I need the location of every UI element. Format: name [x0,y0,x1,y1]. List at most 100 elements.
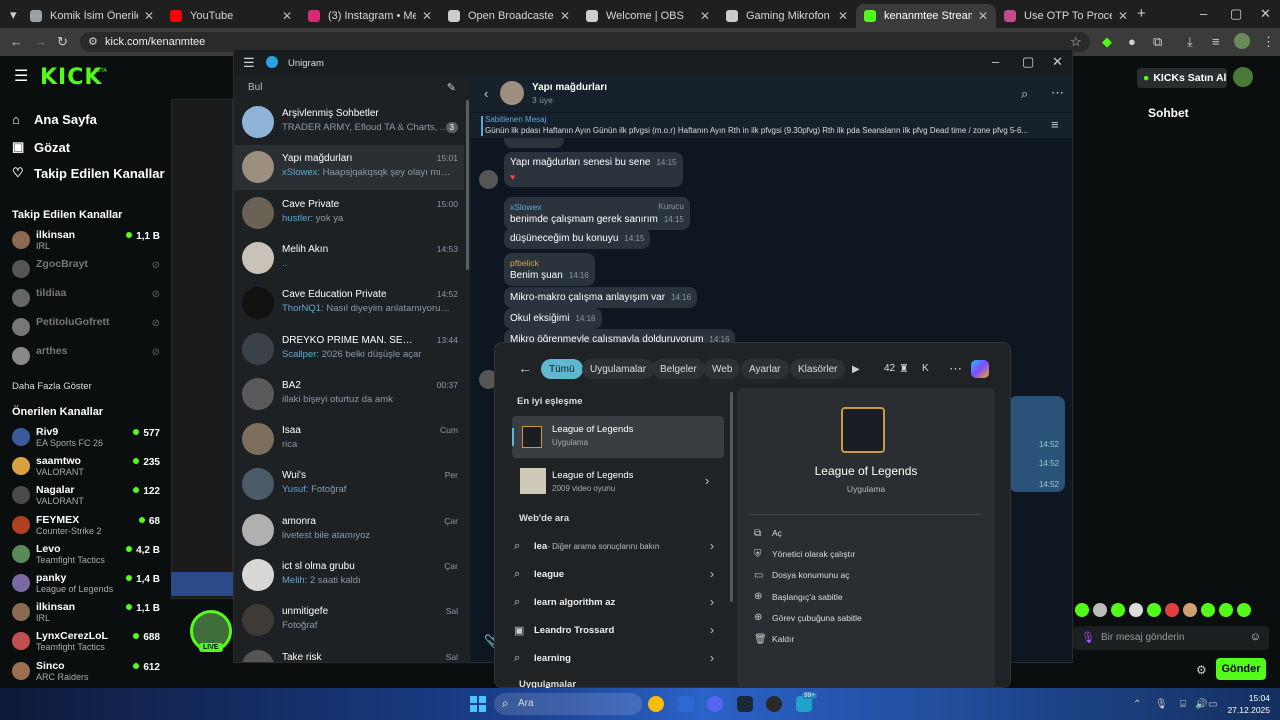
emote-icon[interactable] [1237,603,1251,617]
browser-tab[interactable]: Komik İsim Önerileri ✕ [22,4,162,28]
tab-close-icon[interactable]: ✕ [422,9,432,23]
preview-action[interactable]: ⊕ Görev çubuğuna sabitle [754,610,862,626]
recommended-channel[interactable]: LynxCerezLoL Teamfight Tactics 688 [12,630,160,654]
followed-channel[interactable]: ZgocBrayt ⊘ [12,258,160,282]
preview-action[interactable]: 🗑 Kaldır [754,631,794,647]
emoji-icon[interactable]: ☺ [1250,631,1261,643]
tab-close-icon[interactable]: ✕ [1118,9,1128,23]
rewards-points[interactable]: 42 [884,363,895,374]
chat-list-item[interactable]: Wui's Yusuf: Fotoğraf Per [234,462,464,507]
web-search-suggestion[interactable]: ⌕ learning › [514,647,714,669]
sender-avatar[interactable] [479,170,498,189]
chat-list-item[interactable]: Arşivlenmiş Sohbetler TRADER ARMY, Efloud… [234,100,464,145]
browser-tab[interactable]: (3) Instagram • Mesajlar ✕ [300,4,440,28]
emote-icon[interactable] [1147,603,1161,617]
nav-home[interactable]: ⌂ Ana Sayfa [12,112,97,127]
emote-icon[interactable] [1093,603,1107,617]
windows-start-icon[interactable] [470,696,486,712]
web-search-suggestion[interactable]: ▣ Leandro Trossard › [514,619,714,641]
unigram-taskbar-icon[interactable] [678,696,694,712]
followed-channel[interactable]: ilkinsan IRL 1,1 B [12,229,160,253]
unigram-maximize-icon[interactable]: ▢ [1022,55,1034,69]
chat-list-item[interactable]: Take risk Sal [234,644,464,662]
new-tab-icon[interactable]: + [1137,6,1146,21]
taskbar-date[interactable]: 27.12.2025 [1222,705,1270,715]
group-title[interactable]: Yapı mağdurları [532,82,607,93]
message-reactions[interactable]: ♥ [510,172,677,182]
chat-list-item[interactable]: Yapı mağdurları xSlowex: Haapsjqakqsqk şe… [234,145,464,191]
chat-list-item[interactable]: Isaa rica Cum [234,417,464,462]
chat-list-item[interactable]: unmitigefe Fotoğraf Sal [234,598,464,643]
mic-icon[interactable]: 🎙 [1081,631,1095,644]
message-bubble[interactable]: pfbelick Benim şuan 14:16 [504,253,595,286]
obs-taskbar-icon[interactable] [766,696,782,712]
more-icon[interactable]: ⋯ [1051,86,1064,100]
unigram-menu-icon[interactable]: ☰ [243,56,255,70]
second-match-item[interactable]: League of Legends 2009 video oyunu › [512,464,724,500]
maximize-icon[interactable]: ▢ [1230,7,1242,21]
media-icon[interactable]: ≡ [1212,35,1220,49]
profile-avatar[interactable] [1234,33,1250,49]
search-filter-chip[interactable]: Uygulamalar [582,359,655,379]
followed-channel[interactable]: arthes ⊘ [12,345,160,369]
emote-icon[interactable] [1129,603,1143,617]
browser-tab[interactable]: YouTube ✕ [162,4,300,28]
chat-list-item[interactable]: BA2 illaki bişeyi oturtuz da amk 00:37 [234,372,464,417]
unigram-close-icon[interactable]: ✕ [1052,55,1063,69]
nav-browse[interactable]: ▣ Gözat [12,139,70,155]
copilot-icon[interactable] [971,360,989,378]
extensions-puzzle-icon[interactable]: ⧉ [1153,35,1162,49]
buy-kicks-button[interactable]: ● KICKs Satın Al [1137,68,1227,88]
browser-tab[interactable]: Use OTP To Proceed - ke... ✕ [996,4,1136,28]
chat-settings-icon[interactable]: ⚙ [1196,663,1207,677]
user-avatar[interactable] [1233,67,1253,87]
back-arrow-icon[interactable]: ‹ [484,87,488,101]
message-bubble[interactable]: Okul eksiğimi 14:16 [504,308,602,329]
tab-search-icon[interactable]: ▾ [10,8,17,22]
show-more-link[interactable]: Daha Fazla Göster [12,381,92,392]
emote-icon[interactable] [1111,603,1125,617]
chat-list-item[interactable]: ict sl olma grubu Melih: 2 saati kaldı Çar [234,553,464,598]
reload-icon[interactable]: ↻ [57,35,68,49]
emote-icon[interactable] [1165,603,1179,617]
chevron-right-icon[interactable]: › [705,474,709,488]
minimize-icon[interactable]: – [1200,7,1207,21]
message-bubble[interactable]: Yapı mağdurları senesi bu sene 14:15 ♥ [504,152,683,187]
pinned-message-bar[interactable]: Sabitlenen Mesaj Günün ilk pdası Haftanı… [471,112,1072,138]
web-search-suggestion[interactable]: ⌕ league › [514,563,714,585]
search-results-scrollbar[interactable] [730,392,733,602]
chat-input[interactable]: 🎙 Bir mesaj gönderin ☺ [1073,626,1269,650]
site-info-icon[interactable]: ⚙ [88,35,98,49]
unigram-minimize-icon[interactable]: – [992,55,999,69]
recommended-channel[interactable]: Riv9 EA Sports FC 26 577 [12,426,160,450]
preview-action[interactable]: ⊕ Başlangıç'a sabitle [754,589,843,605]
recommended-channel[interactable]: Levo Teamfight Tactics 4,2 B [12,543,160,567]
extension-icon-2[interactable]: ● [1128,35,1136,49]
preview-action[interactable]: ⛨ Yönetici olarak çalıştır [754,546,855,562]
emote-icon[interactable] [1219,603,1233,617]
tab-close-icon[interactable]: ✕ [144,9,154,23]
tab-close-icon[interactable]: ✕ [560,9,570,23]
chat-search-input[interactable]: Bul ✎ [242,79,462,97]
chips-next-icon[interactable]: ▶ [852,363,860,377]
recommended-channel[interactable]: ilkinsan IRL 1,1 B [12,601,160,625]
tab-close-icon[interactable]: ✕ [282,9,292,23]
download-icon[interactable]: ⤓ [1187,35,1193,49]
recommended-channel[interactable]: panky League of Legends 1,4 B [12,572,160,596]
forward-icon[interactable]: → [34,35,47,49]
message-bubble[interactable]: düşüneceğim bu konuyu 14:15 [504,228,651,249]
send-button[interactable]: Gönder [1216,658,1266,680]
tray-overflow-icon[interactable]: ⌃ [1133,698,1141,712]
network-tray-icon[interactable]: ⌸ [1180,698,1186,712]
emote-icon[interactable] [1183,603,1197,617]
chat-list-scrollbar[interactable] [466,100,469,270]
discord-taskbar-icon[interactable] [707,696,723,712]
browser-tab[interactable]: Welcome | OBS ✕ [578,4,718,28]
web-search-suggestion[interactable]: ⌕ learn algorithm az › [514,591,714,613]
preview-action[interactable]: ▭ Dosya konumunu aç [754,567,850,583]
user-initial[interactable]: K [922,363,929,374]
search-icon[interactable]: ⌕ [1021,87,1028,101]
search-back-icon[interactable]: ← [518,361,532,375]
hamburger-menu-icon[interactable]: ☰ [14,69,28,85]
tab-close-icon[interactable]: ✕ [978,9,988,23]
